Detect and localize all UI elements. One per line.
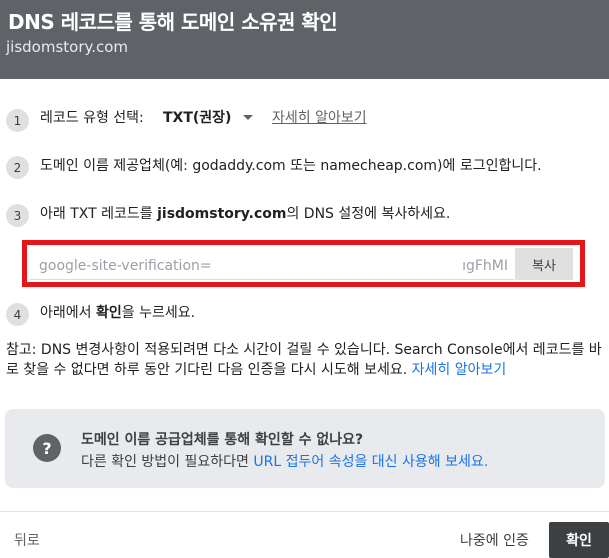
alternate-method-box: ? 도메인 이름 공급업체를 통해 확인할 수 없나요? 다른 확인 방법이 필…: [5, 409, 605, 488]
step-3-text: 아래 TXT 레코드를 jisdomstory.com의 DNS 설정에 복사하…: [40, 206, 451, 222]
step-2-number: 2: [6, 156, 29, 179]
verify-later-button[interactable]: 나중에 인증: [460, 530, 529, 550]
footer-divider: [0, 511, 609, 512]
back-button[interactable]: 뒤로: [14, 530, 40, 550]
step-4-text: 아래에서 확인을 누르세요.: [40, 305, 196, 321]
record-type-select[interactable]: TXT(권장): [163, 107, 254, 127]
txt-record-field[interactable]: google-site-verification= ıgFhMI: [30, 248, 514, 280]
domain-name-bold: jisdomstory.com: [157, 206, 287, 222]
verify-button[interactable]: 확인: [549, 522, 609, 558]
txt-record-value-end: ıgFhMI: [462, 258, 508, 274]
step-1-label: 레코드 유형 선택:: [40, 110, 144, 126]
step-3-number: 3: [6, 204, 29, 227]
learn-more-link-record-type[interactable]: 자세히 알아보기: [272, 107, 367, 127]
help-icon: ?: [33, 434, 61, 462]
step-1-number: 1: [6, 109, 29, 132]
record-type-value: TXT(권장): [163, 110, 232, 126]
dns-note: 참고: DNS 변경사항이 적용되려면 다소 시간이 걸릴 수 있습니다. Se…: [6, 340, 604, 380]
domain-name: jisdomstory.com: [6, 38, 129, 56]
learn-more-link-note[interactable]: 자세히 알아보기: [412, 362, 507, 378]
dialog-header: DNS 레코드를 통해 도메인 소유권 확인 jisdomstory.com: [0, 0, 609, 79]
alternate-method-title: 도메인 이름 공급업체를 통해 확인할 수 없나요?: [81, 432, 364, 448]
txt-record-value-start: google-site-verification=: [39, 258, 212, 274]
alternate-method-body: 다른 확인 방법이 필요하다면 URL 접두어 속성을 대신 사용해 보세요.: [81, 454, 489, 470]
copy-button[interactable]: 복사: [515, 248, 573, 280]
url-prefix-link[interactable]: URL 접두어 속성을 대신 사용해 보세요.: [253, 454, 488, 470]
note-text: 참고: DNS 변경사항이 적용되려면 다소 시간이 걸릴 수 있습니다. Se…: [6, 342, 602, 378]
step-2-text: 도메인 이름 제공업체(예: godaddy.com 또는 namecheap.…: [40, 158, 542, 174]
dialog-title: DNS 레코드를 통해 도메인 소유권 확인: [8, 10, 338, 34]
step-4-number: 4: [6, 303, 29, 326]
confirm-bold: 확인: [95, 305, 122, 321]
chevron-down-icon: [243, 114, 254, 120]
